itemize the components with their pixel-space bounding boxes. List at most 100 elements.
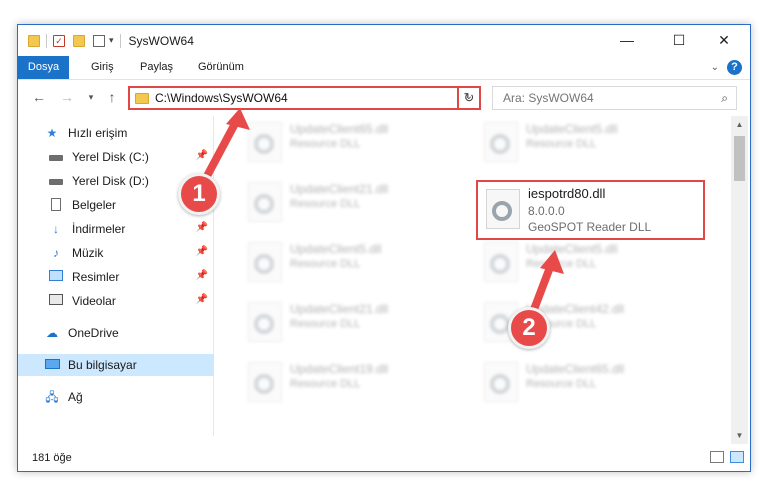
step-2-badge: 2 bbox=[508, 307, 550, 349]
new-folder-icon[interactable] bbox=[73, 35, 85, 47]
list-item[interactable]: UpdateClient5.dll Resource DLL bbox=[240, 236, 465, 288]
drive-icon bbox=[48, 150, 64, 164]
window-title: SysWOW64 bbox=[129, 34, 194, 48]
list-item[interactable]: UpdateClient5.dll Resource DLL bbox=[476, 236, 701, 288]
large-icons-view-icon[interactable] bbox=[730, 451, 744, 463]
list-item[interactable]: UpdateClient65.dll Resource DLL bbox=[240, 116, 465, 168]
tab-file[interactable]: Dosya bbox=[18, 56, 69, 79]
details-view-icon[interactable] bbox=[710, 451, 724, 463]
maximize-button[interactable]: ☐ bbox=[656, 25, 702, 56]
drive-icon bbox=[48, 174, 64, 188]
gear-icon bbox=[490, 374, 510, 394]
sidebar-item-quick-access[interactable]: ★ Hızlı erişim bbox=[18, 122, 214, 144]
scroll-thumb[interactable] bbox=[734, 136, 745, 181]
address-path[interactable]: C:\Windows\SysWOW64 bbox=[155, 91, 288, 105]
vertical-scrollbar[interactable]: ▲ ▼ bbox=[731, 116, 748, 444]
sidebar-item-label: Yerel Disk (D:) bbox=[72, 174, 149, 188]
scroll-up-icon[interactable]: ▲ bbox=[731, 116, 748, 133]
pin-icon[interactable]: 📌 bbox=[196, 150, 208, 161]
file-version: 8.0.0.0 bbox=[528, 204, 565, 218]
computer-icon bbox=[44, 358, 60, 372]
back-icon[interactable]: ← bbox=[30, 89, 48, 105]
quick-access-separator bbox=[46, 34, 47, 48]
pin-icon[interactable]: 📌 bbox=[196, 294, 208, 305]
sidebar-item-label: Bu bilgisayar bbox=[68, 358, 137, 372]
gear-icon bbox=[254, 374, 274, 394]
expand-ribbon-icon[interactable]: ⌄ bbox=[711, 62, 719, 73]
gear-icon bbox=[254, 254, 274, 274]
star-icon: ★ bbox=[44, 126, 60, 140]
title-separator bbox=[120, 34, 121, 48]
scroll-down-icon[interactable]: ▼ bbox=[731, 427, 748, 444]
search-input[interactable] bbox=[503, 91, 703, 105]
close-button[interactable]: ✕ bbox=[701, 25, 747, 56]
sidebar-item-label: Belgeler bbox=[72, 198, 116, 212]
music-icon: ♪ bbox=[48, 246, 64, 260]
sidebar-item-label: Hızlı erişim bbox=[68, 126, 127, 140]
sidebar-item-label: Videolar bbox=[72, 294, 116, 308]
search-box[interactable]: ⌕ bbox=[492, 86, 737, 110]
gear-icon bbox=[490, 314, 510, 334]
document-icon bbox=[48, 198, 64, 212]
file-name: iespotrd80.dll bbox=[528, 186, 605, 201]
properties-icon[interactable]: ✓ bbox=[53, 35, 65, 47]
list-item[interactable]: UpdateClient21.dll Resource DLL bbox=[240, 176, 465, 228]
gear-icon bbox=[254, 314, 274, 334]
pin-icon[interactable]: 📌 bbox=[196, 270, 208, 281]
refresh-button[interactable]: ↻ bbox=[457, 86, 481, 110]
customize-icon[interactable] bbox=[93, 35, 105, 47]
title-bar: ✓ ▾ SysWOW64 — ☐ ✕ bbox=[18, 25, 750, 56]
navigation-bar: ← → ▾ ↑ C:\Windows\SysWOW64 ⌄ ↻ ⌕ bbox=[18, 81, 750, 115]
file-list: UpdateClient65.dll Resource DLL UpdateCl… bbox=[218, 116, 730, 436]
customize-dropdown-icon[interactable]: ▾ bbox=[109, 35, 114, 46]
up-icon[interactable]: ↑ bbox=[103, 89, 121, 105]
sidebar-item-disk-c[interactable]: Yerel Disk (C:) 📌 bbox=[18, 146, 214, 168]
download-icon: ↓ bbox=[48, 222, 64, 236]
gear-icon bbox=[254, 134, 274, 154]
sidebar-item-label: OneDrive bbox=[68, 326, 119, 340]
tab-share[interactable]: Paylaş bbox=[130, 56, 183, 79]
sidebar-item-music[interactable]: ♪ Müzik 📌 bbox=[18, 242, 214, 264]
sidebar-item-label: İndirmeler bbox=[72, 222, 125, 236]
explorer-window: ✓ ▾ SysWOW64 — ☐ ✕ Dosya Giriş Paylaş Gö… bbox=[17, 24, 751, 472]
pictures-icon bbox=[48, 270, 64, 284]
pin-icon[interactable]: 📌 bbox=[196, 246, 208, 257]
network-icon: 🖧 bbox=[44, 390, 60, 404]
forward-icon[interactable]: → bbox=[58, 89, 76, 105]
pin-icon[interactable]: 📌 bbox=[196, 222, 208, 233]
gear-icon bbox=[490, 254, 510, 274]
ribbon-right: ⌄ ? bbox=[711, 60, 742, 75]
gear-icon bbox=[490, 134, 510, 154]
sidebar-item-videos[interactable]: Videolar 📌 bbox=[18, 290, 214, 312]
file-description: GeoSPOT Reader DLL bbox=[528, 220, 651, 234]
sidebar-item-network[interactable]: 🖧 Ağ bbox=[18, 386, 214, 408]
view-buttons bbox=[710, 451, 744, 463]
item-count: 181 öğe bbox=[32, 452, 72, 464]
sidebar-item-pictures[interactable]: Resimler 📌 bbox=[18, 266, 214, 288]
minimize-button[interactable]: — bbox=[604, 25, 650, 56]
status-bar: 181 öğe bbox=[18, 445, 750, 471]
sidebar-item-label: Ağ bbox=[68, 390, 83, 404]
step-1-badge: 1 bbox=[178, 173, 220, 215]
sidebar-item-downloads[interactable]: ↓ İndirmeler 📌 bbox=[18, 218, 214, 240]
list-item[interactable]: UpdateClient21.dll Resource DLL bbox=[240, 296, 465, 348]
navigation-pane: ★ Hızlı erişim Yerel Disk (C:) 📌 Yerel D… bbox=[18, 116, 214, 436]
tab-home[interactable]: Giriş bbox=[81, 56, 124, 79]
tab-view[interactable]: Görünüm bbox=[188, 56, 254, 79]
list-item[interactable]: UpdateClient19.dll Resource DLL bbox=[240, 356, 465, 408]
sidebar-item-onedrive[interactable]: ☁ OneDrive bbox=[18, 322, 214, 344]
address-bar[interactable]: C:\Windows\SysWOW64 ⌄ bbox=[128, 86, 481, 110]
gear-icon bbox=[254, 194, 274, 214]
recent-locations-icon[interactable]: ▾ bbox=[82, 92, 100, 103]
gear-icon bbox=[492, 201, 512, 221]
highlighted-dll-file[interactable]: iespotrd80.dll 8.0.0.0 GeoSPOT Reader DL… bbox=[476, 180, 705, 240]
help-icon[interactable]: ? bbox=[727, 60, 742, 75]
list-item[interactable]: UpdateClient65.dll Resource DLL bbox=[476, 356, 701, 408]
list-item[interactable]: UpdateClient5.dll Resource DLL bbox=[476, 116, 701, 168]
video-icon bbox=[48, 294, 64, 308]
cloud-icon: ☁ bbox=[44, 326, 60, 340]
search-icon[interactable]: ⌕ bbox=[721, 91, 728, 106]
folder-icon bbox=[28, 35, 40, 47]
sidebar-item-this-pc[interactable]: Bu bilgisayar bbox=[18, 354, 214, 376]
ribbon-tabs: Dosya Giriş Paylaş Görünüm ⌄ ? bbox=[18, 56, 750, 80]
